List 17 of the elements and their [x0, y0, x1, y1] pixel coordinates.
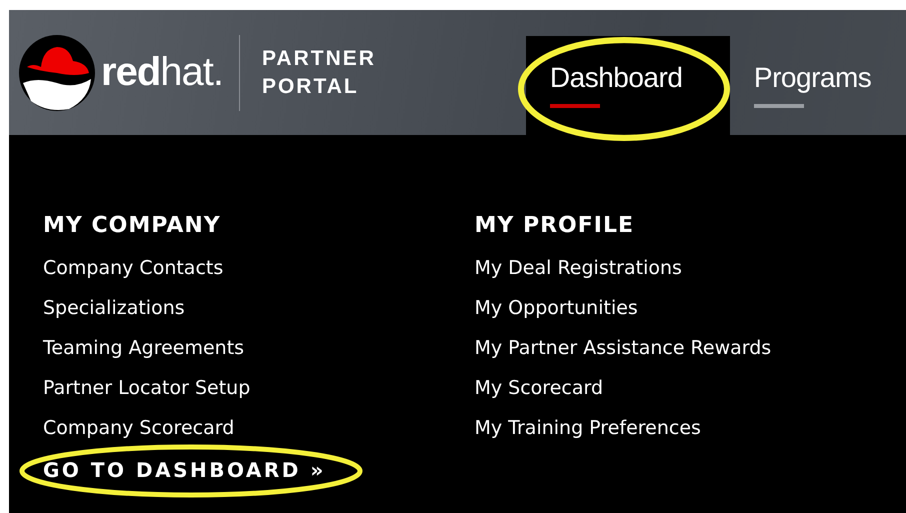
menu-link[interactable]: Specializations — [43, 288, 474, 328]
menu-link[interactable]: My Scorecard — [474, 368, 906, 408]
menu-link[interactable]: My Training Preferences — [474, 408, 906, 448]
nav-tab[interactable]: Programs — [730, 36, 896, 135]
menu-link[interactable]: Teaming Agreements — [43, 328, 474, 368]
menu-link[interactable]: Company Contacts — [43, 248, 474, 288]
portal-title: PARTNER — [262, 46, 376, 72]
menu-link[interactable]: My Opportunities — [474, 288, 906, 328]
logo-wordmark: redhat. — [101, 50, 223, 95]
menu-link[interactable]: My Deal Registrations — [474, 248, 906, 288]
portal-title: PORTAL — [262, 74, 360, 100]
section-heading: MY COMPANY — [43, 213, 222, 238]
hat-logo-icon — [17, 32, 97, 112]
menu-link[interactable]: My Partner Assistance Rewards — [474, 328, 906, 368]
menu-link[interactable]: Partner Locator Setup — [43, 368, 474, 408]
section-heading: MY PROFILE — [474, 213, 636, 238]
menu-link[interactable]: Company Scorecard — [43, 408, 474, 448]
